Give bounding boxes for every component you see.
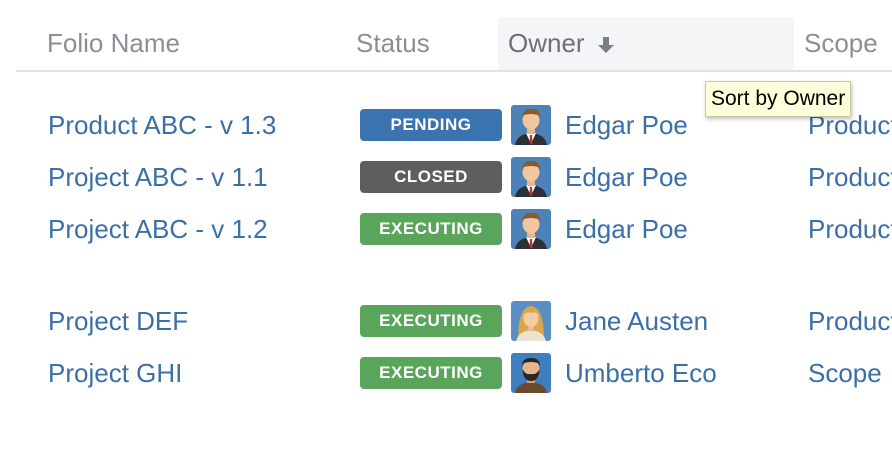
scope-link[interactable]: Product bbox=[808, 151, 892, 203]
column-header-owner[interactable]: Owner bbox=[498, 17, 794, 70]
table-header: Folio Name Status Owner Scope bbox=[0, 0, 892, 72]
woman-avatar-icon bbox=[511, 301, 551, 341]
scope-link[interactable]: Product bbox=[808, 295, 892, 347]
arrow-down-icon bbox=[597, 19, 614, 71]
folio-name-link[interactable]: Product ABC - v 1.3 bbox=[48, 99, 276, 151]
man-suit-avatar-icon bbox=[511, 105, 551, 145]
status-badge: CLOSED bbox=[360, 161, 502, 193]
man-suit-avatar-icon bbox=[511, 157, 551, 197]
sort-tooltip: Sort by Owner bbox=[705, 81, 852, 117]
folio-name-link[interactable]: Project GHI bbox=[48, 347, 182, 399]
owner-link[interactable]: Umberto Eco bbox=[565, 347, 717, 399]
folio-name-link[interactable]: Project DEF bbox=[48, 295, 188, 347]
column-header-status[interactable]: Status bbox=[356, 17, 430, 70]
owner-link[interactable]: Edgar Poe bbox=[565, 99, 688, 151]
man-suit-avatar-icon bbox=[511, 209, 551, 249]
column-header-scope[interactable]: Scope bbox=[804, 17, 878, 70]
table-row: Project DEF EXECUTING Jane Austen Produc… bbox=[0, 295, 892, 347]
table-row: Project GHI EXECUTING Umberto Eco Scope bbox=[0, 347, 892, 399]
folio-name-link[interactable]: Project ABC - v 1.1 bbox=[48, 151, 268, 203]
owner-link[interactable]: Jane Austen bbox=[565, 295, 708, 347]
column-header-owner-label: Owner bbox=[508, 28, 585, 58]
status-badge: EXECUTING bbox=[360, 213, 502, 245]
bearded-man-avatar-icon bbox=[511, 353, 551, 393]
status-badge: EXECUTING bbox=[360, 357, 502, 389]
status-badge: EXECUTING bbox=[360, 305, 502, 337]
table-row: Project ABC - v 1.2 EXECUTING Edgar Poe … bbox=[0, 203, 892, 255]
owner-link[interactable]: Edgar Poe bbox=[565, 151, 688, 203]
table-row: Project ABC - v 1.1 CLOSED Edgar Poe Pro… bbox=[0, 151, 892, 203]
status-badge: PENDING bbox=[360, 109, 502, 141]
scope-link[interactable]: Scope bbox=[808, 347, 882, 399]
scope-link[interactable]: Product bbox=[808, 203, 892, 255]
column-header-folio-name[interactable]: Folio Name bbox=[47, 17, 180, 70]
owner-link[interactable]: Edgar Poe bbox=[565, 203, 688, 255]
header-divider bbox=[16, 70, 892, 72]
folio-name-link[interactable]: Project ABC - v 1.2 bbox=[48, 203, 268, 255]
